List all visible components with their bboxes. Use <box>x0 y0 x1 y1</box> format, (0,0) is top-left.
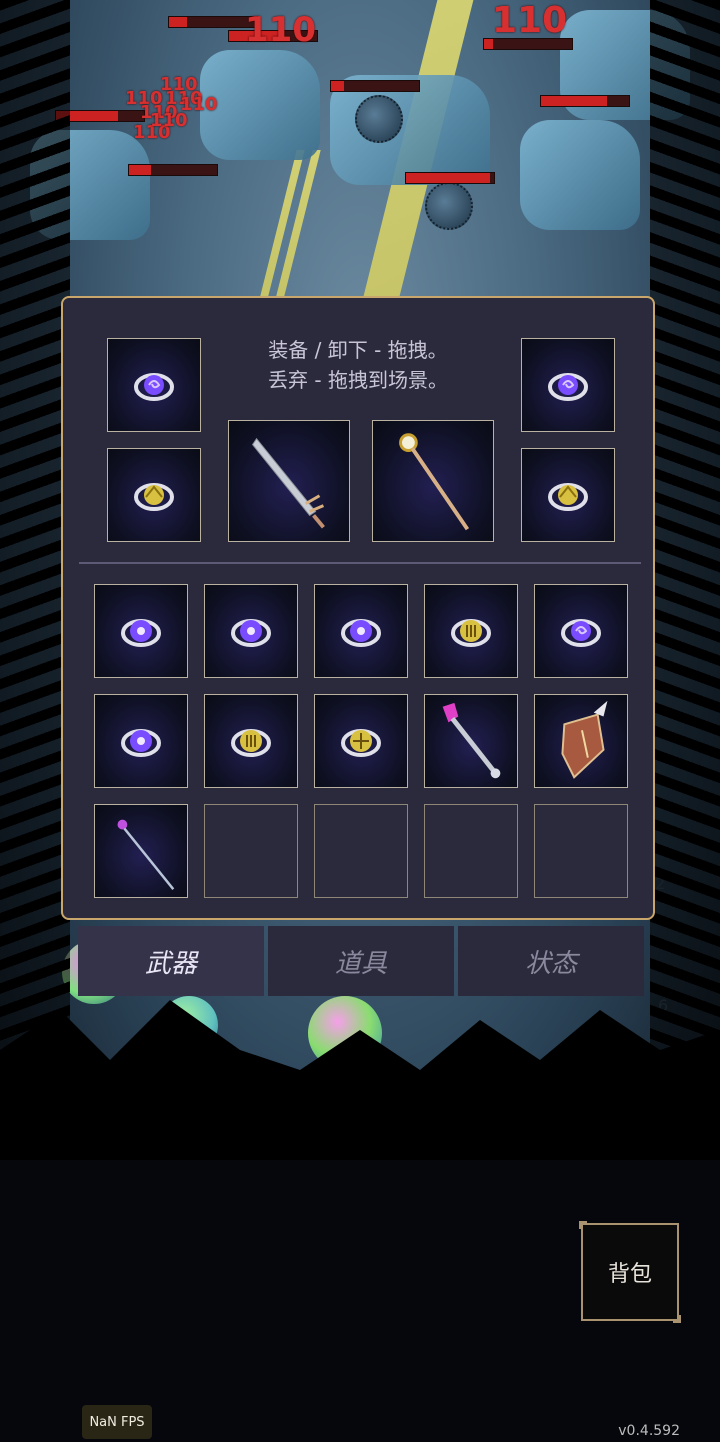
purple-swirl-ring-icon <box>558 611 604 651</box>
damage-number: 110 <box>180 94 218 115</box>
gold-bar-ring-icon <box>228 721 274 761</box>
bag-slot-empty[interactable] <box>314 804 408 898</box>
bag-slot-empty[interactable] <box>534 804 628 898</box>
purple-flower-ring-icon <box>118 611 164 651</box>
equip-slot-ring-bottom-right[interactable] <box>521 448 615 542</box>
equip-slot-main-weapon[interactable] <box>228 420 350 542</box>
damage-number: 110 <box>160 74 198 95</box>
bag-slot[interactable] <box>94 584 188 678</box>
gold-shell-ring-icon <box>545 475 591 515</box>
serrated-sword-icon <box>251 437 325 529</box>
version-label: v0.4.592 <box>618 1423 680 1439</box>
hint-discard: 丢弃 - 拖拽到场景。 <box>268 368 448 392</box>
stone-golem-enemy <box>200 50 320 160</box>
forest-edge-left <box>0 0 70 1160</box>
bag-slot[interactable] <box>424 694 518 788</box>
bag-slot[interactable] <box>534 584 628 678</box>
bag-slot-empty[interactable] <box>204 804 298 898</box>
thin-wand-icon <box>117 819 175 890</box>
enemy-health-bar <box>330 80 420 92</box>
equip-slot-ring-top-right[interactable] <box>521 338 615 432</box>
crystal-scepter-icon <box>442 702 501 779</box>
bag-slot[interactable] <box>204 584 298 678</box>
equip-slot-ring-top-left[interactable] <box>107 338 201 432</box>
equip-slot-ring-bottom-left[interactable] <box>107 448 201 542</box>
tab-status[interactable]: 状态 <box>458 926 644 996</box>
bag-slot[interactable] <box>314 584 408 678</box>
equip-slot-off-weapon[interactable] <box>372 420 494 542</box>
bag-slot[interactable] <box>424 584 518 678</box>
damage-number: 110 <box>245 10 316 50</box>
enemy-health-bar <box>128 164 218 176</box>
forest-canopy <box>0 1000 720 1160</box>
spike-mine-enemy <box>355 95 403 143</box>
inventory-panel: 装备 / 卸下 - 拖拽。 丢弃 - 拖拽到场景。 <box>61 296 655 920</box>
purple-flower-ring-icon <box>118 721 164 761</box>
spike-mine-enemy <box>425 182 473 230</box>
golden-staff-icon <box>399 433 470 531</box>
gold-bar-ring-icon <box>448 611 494 651</box>
winged-shield-icon <box>561 700 608 779</box>
bag-slot[interactable] <box>204 694 298 788</box>
bag-slot[interactable] <box>94 804 188 898</box>
bag-slot[interactable] <box>534 694 628 788</box>
damage-number: 110 <box>492 0 568 41</box>
purple-swirl-ring-icon <box>131 365 177 405</box>
enemy-health-bar <box>540 95 630 107</box>
enemy-health-bar <box>405 172 495 184</box>
purple-flower-ring-icon <box>228 611 274 651</box>
gold-cross-ring-icon <box>338 721 384 761</box>
gold-shell-ring-icon <box>131 475 177 515</box>
bag-slot-empty[interactable] <box>424 804 518 898</box>
stone-golem-enemy <box>520 120 640 230</box>
purple-flower-ring-icon <box>338 611 384 651</box>
tab-weapons[interactable]: 武器 <box>78 926 264 996</box>
backpack-button[interactable]: 背包 <box>579 1221 681 1323</box>
hint-equip: 装备 / 卸下 - 拖拽。 <box>268 338 448 362</box>
bag-slot[interactable] <box>94 694 188 788</box>
forest-edge-right <box>650 0 720 1160</box>
tab-items[interactable]: 道具 <box>268 926 454 996</box>
purple-swirl-ring-icon <box>545 365 591 405</box>
fps-counter: NaN FPS <box>82 1405 152 1439</box>
panel-divider <box>79 562 641 564</box>
bag-slot[interactable] <box>314 694 408 788</box>
